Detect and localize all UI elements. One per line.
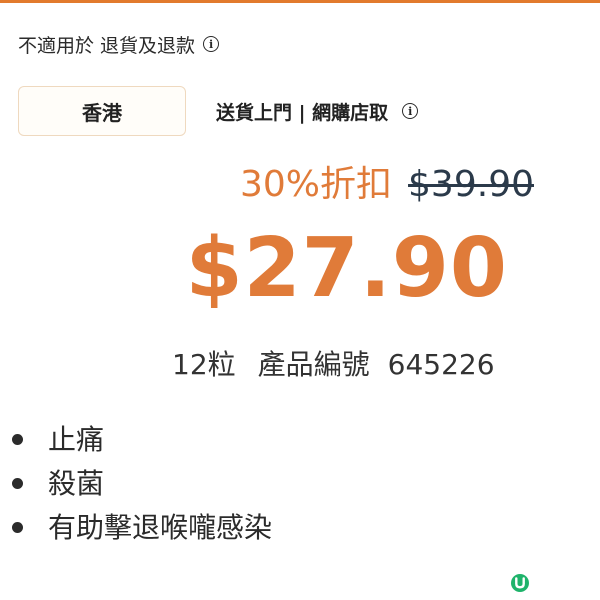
- list-item: 殺菌: [0, 462, 272, 506]
- delivery-options-label: 送貨上門 | 網購店取: [216, 101, 389, 124]
- info-icon[interactable]: i: [203, 36, 220, 52]
- bullet-icon: [12, 478, 23, 489]
- discount-text: 30%折扣: [240, 164, 393, 205]
- discount-line: 30%折扣 $39.90: [240, 162, 534, 208]
- feature-list: 止痛 殺菌 有助擊退喉嚨感染: [0, 418, 272, 550]
- product-meta: 12粒 產品編號 645226: [172, 346, 495, 384]
- return-policy-label: 不適用於 退貨及退款: [18, 34, 196, 57]
- region-button-hong-kong[interactable]: 香港: [18, 86, 186, 136]
- top-accent-bar: [0, 0, 600, 3]
- feature-text: 止痛: [48, 423, 105, 456]
- bullet-icon: [12, 434, 23, 445]
- bullet-icon: [12, 522, 23, 533]
- info-icon[interactable]: i: [402, 103, 419, 119]
- product-quantity: 12粒: [172, 348, 236, 381]
- product-code-value: 645226: [387, 348, 495, 381]
- product-code-label: 產品編號: [257, 348, 370, 381]
- sale-price: $27.90: [185, 221, 508, 316]
- return-policy-row: 不適用於 退貨及退款 i: [18, 30, 220, 58]
- list-item: 有助擊退喉嚨感染: [0, 506, 272, 550]
- feature-text: 有助擊退喉嚨感染: [48, 511, 273, 544]
- original-price: $39.90: [408, 164, 534, 205]
- u-logo-icon: [511, 574, 529, 592]
- feature-text: 殺菌: [48, 467, 105, 500]
- list-item: 止痛: [0, 418, 272, 462]
- delivery-options-row: 送貨上門 | 網購店取 i: [216, 96, 419, 126]
